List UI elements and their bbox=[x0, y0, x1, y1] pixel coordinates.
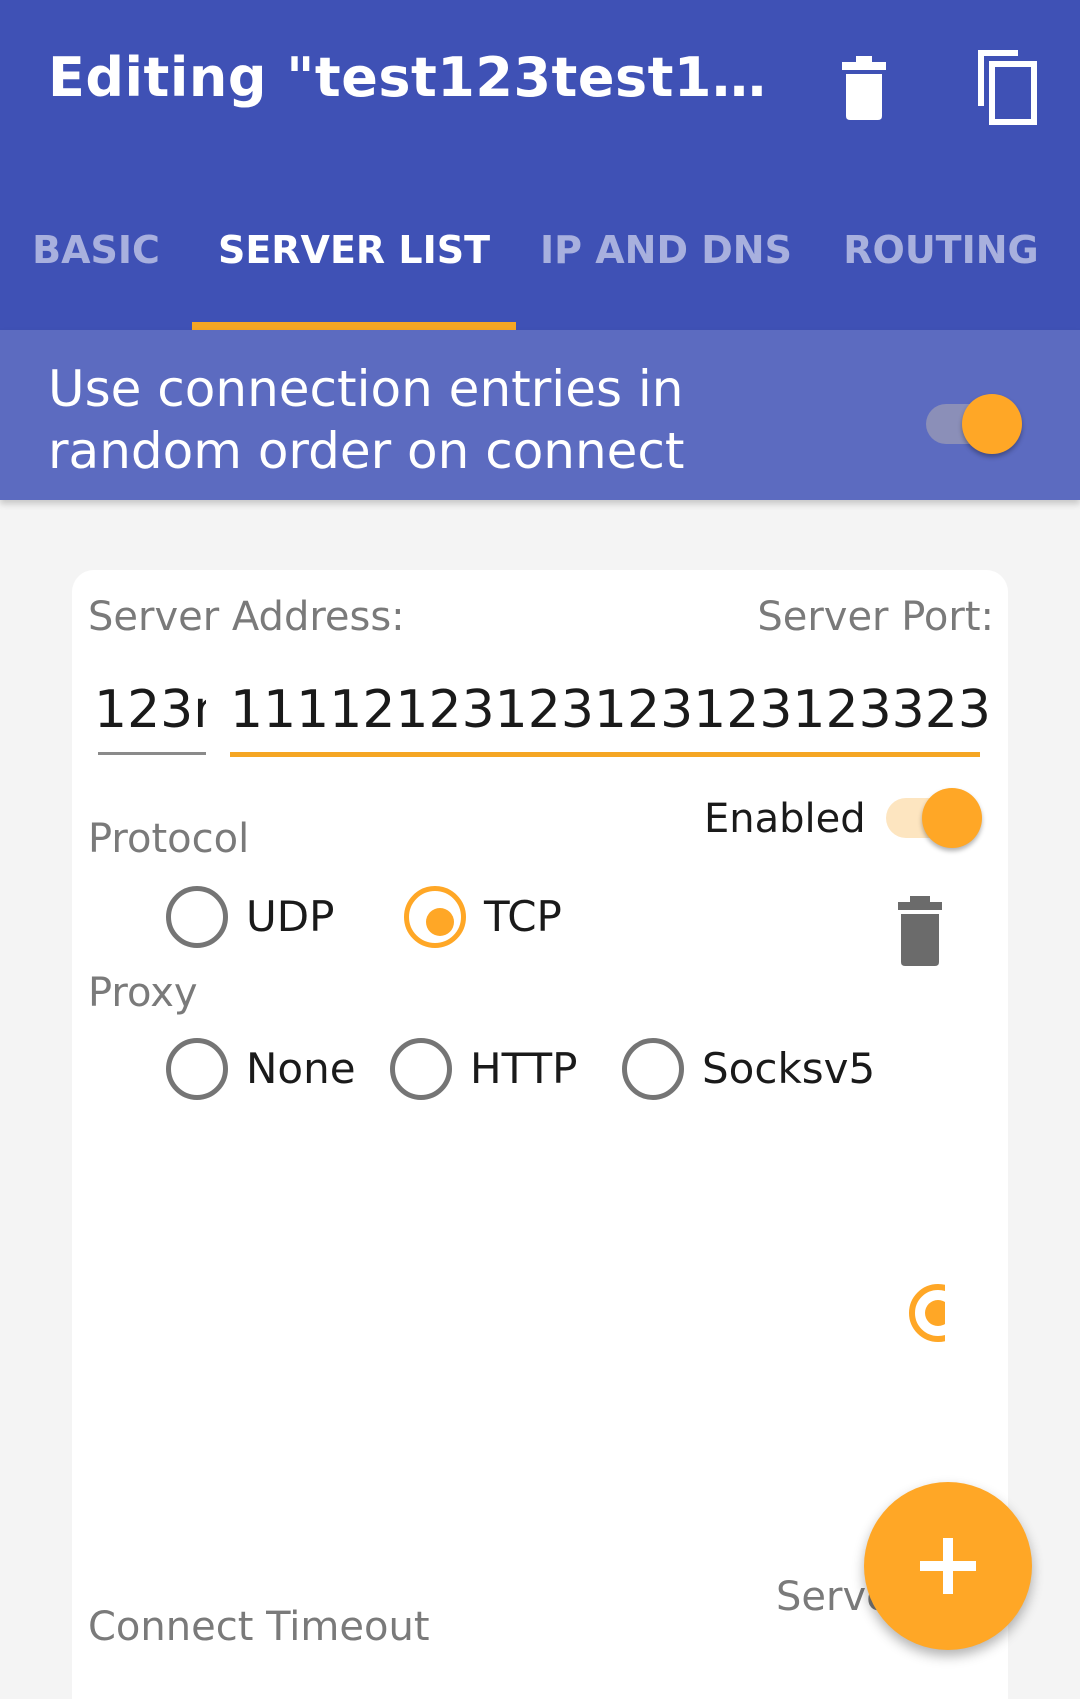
proxy-socksv5-label: Socksv5 bbox=[702, 1044, 876, 1093]
server-entry-card: Server Address: Server Port: 123n 111121… bbox=[72, 570, 1008, 1699]
protocol-label: Protocol bbox=[88, 816, 250, 862]
protocol-tcp-radio[interactable]: TCP bbox=[404, 886, 584, 950]
copy-icon bbox=[978, 50, 1037, 125]
trash-icon bbox=[842, 56, 886, 120]
radio-unchecked-icon bbox=[166, 1038, 228, 1100]
radio-unchecked-icon bbox=[622, 1038, 684, 1100]
enabled-switch[interactable] bbox=[886, 788, 986, 848]
random-order-switch[interactable] bbox=[926, 394, 1026, 454]
random-order-row: Use connection entries in random order o… bbox=[0, 330, 1080, 500]
tab-routing[interactable]: ROUTING bbox=[816, 210, 1066, 330]
app-bar: Editing "test123test123H... BASIC SERVER… bbox=[0, 0, 1080, 330]
proxy-http-label: HTTP bbox=[470, 1044, 578, 1093]
radio-unchecked-icon bbox=[390, 1038, 452, 1100]
proxy-none-radio[interactable]: None bbox=[166, 1038, 366, 1102]
server-address-label: Server Address: bbox=[88, 594, 405, 640]
copy-profile-button[interactable] bbox=[960, 40, 1056, 136]
proxy-socksv5-radio[interactable]: Socksv5 bbox=[622, 1038, 876, 1102]
radio-checked-icon bbox=[404, 886, 466, 948]
server-port-input[interactable]: 1111212312312312312332394 bbox=[230, 680, 990, 740]
server-port-underline bbox=[230, 752, 980, 757]
enabled-label: Enabled bbox=[704, 796, 866, 842]
proxy-http-radio[interactable]: HTTP bbox=[390, 1038, 590, 1102]
protocol-udp-radio[interactable]: UDP bbox=[166, 886, 346, 950]
server-address-underline bbox=[98, 752, 206, 755]
random-order-label: Use connection entries in random order o… bbox=[48, 360, 685, 480]
add-server-button[interactable] bbox=[864, 1482, 1032, 1650]
protocol-tcp-label: TCP bbox=[484, 892, 562, 941]
partial-radio-icon[interactable] bbox=[905, 1280, 945, 1346]
server-address-input[interactable]: 123n bbox=[94, 680, 206, 740]
tab-bar: BASIC SERVER LIST IP AND DNS ROUTING bbox=[0, 210, 1080, 330]
plus-icon bbox=[920, 1538, 976, 1594]
tab-ip-and-dns[interactable]: IP AND DNS bbox=[516, 210, 816, 330]
radio-unchecked-icon bbox=[166, 886, 228, 948]
server-port-label: Server Port: bbox=[757, 594, 994, 640]
connect-timeout-label: Connect Timeout bbox=[88, 1604, 430, 1650]
proxy-label: Proxy bbox=[88, 970, 198, 1016]
page-title: Editing "test123test123H... bbox=[48, 46, 768, 109]
tab-server-list[interactable]: SERVER LIST bbox=[192, 210, 516, 330]
proxy-none-label: None bbox=[246, 1044, 356, 1093]
delete-profile-button[interactable] bbox=[816, 40, 912, 136]
tab-indicator bbox=[192, 322, 516, 330]
protocol-udp-label: UDP bbox=[246, 892, 335, 941]
delete-entry-icon[interactable] bbox=[890, 896, 950, 968]
tab-basic[interactable]: BASIC bbox=[0, 210, 192, 330]
